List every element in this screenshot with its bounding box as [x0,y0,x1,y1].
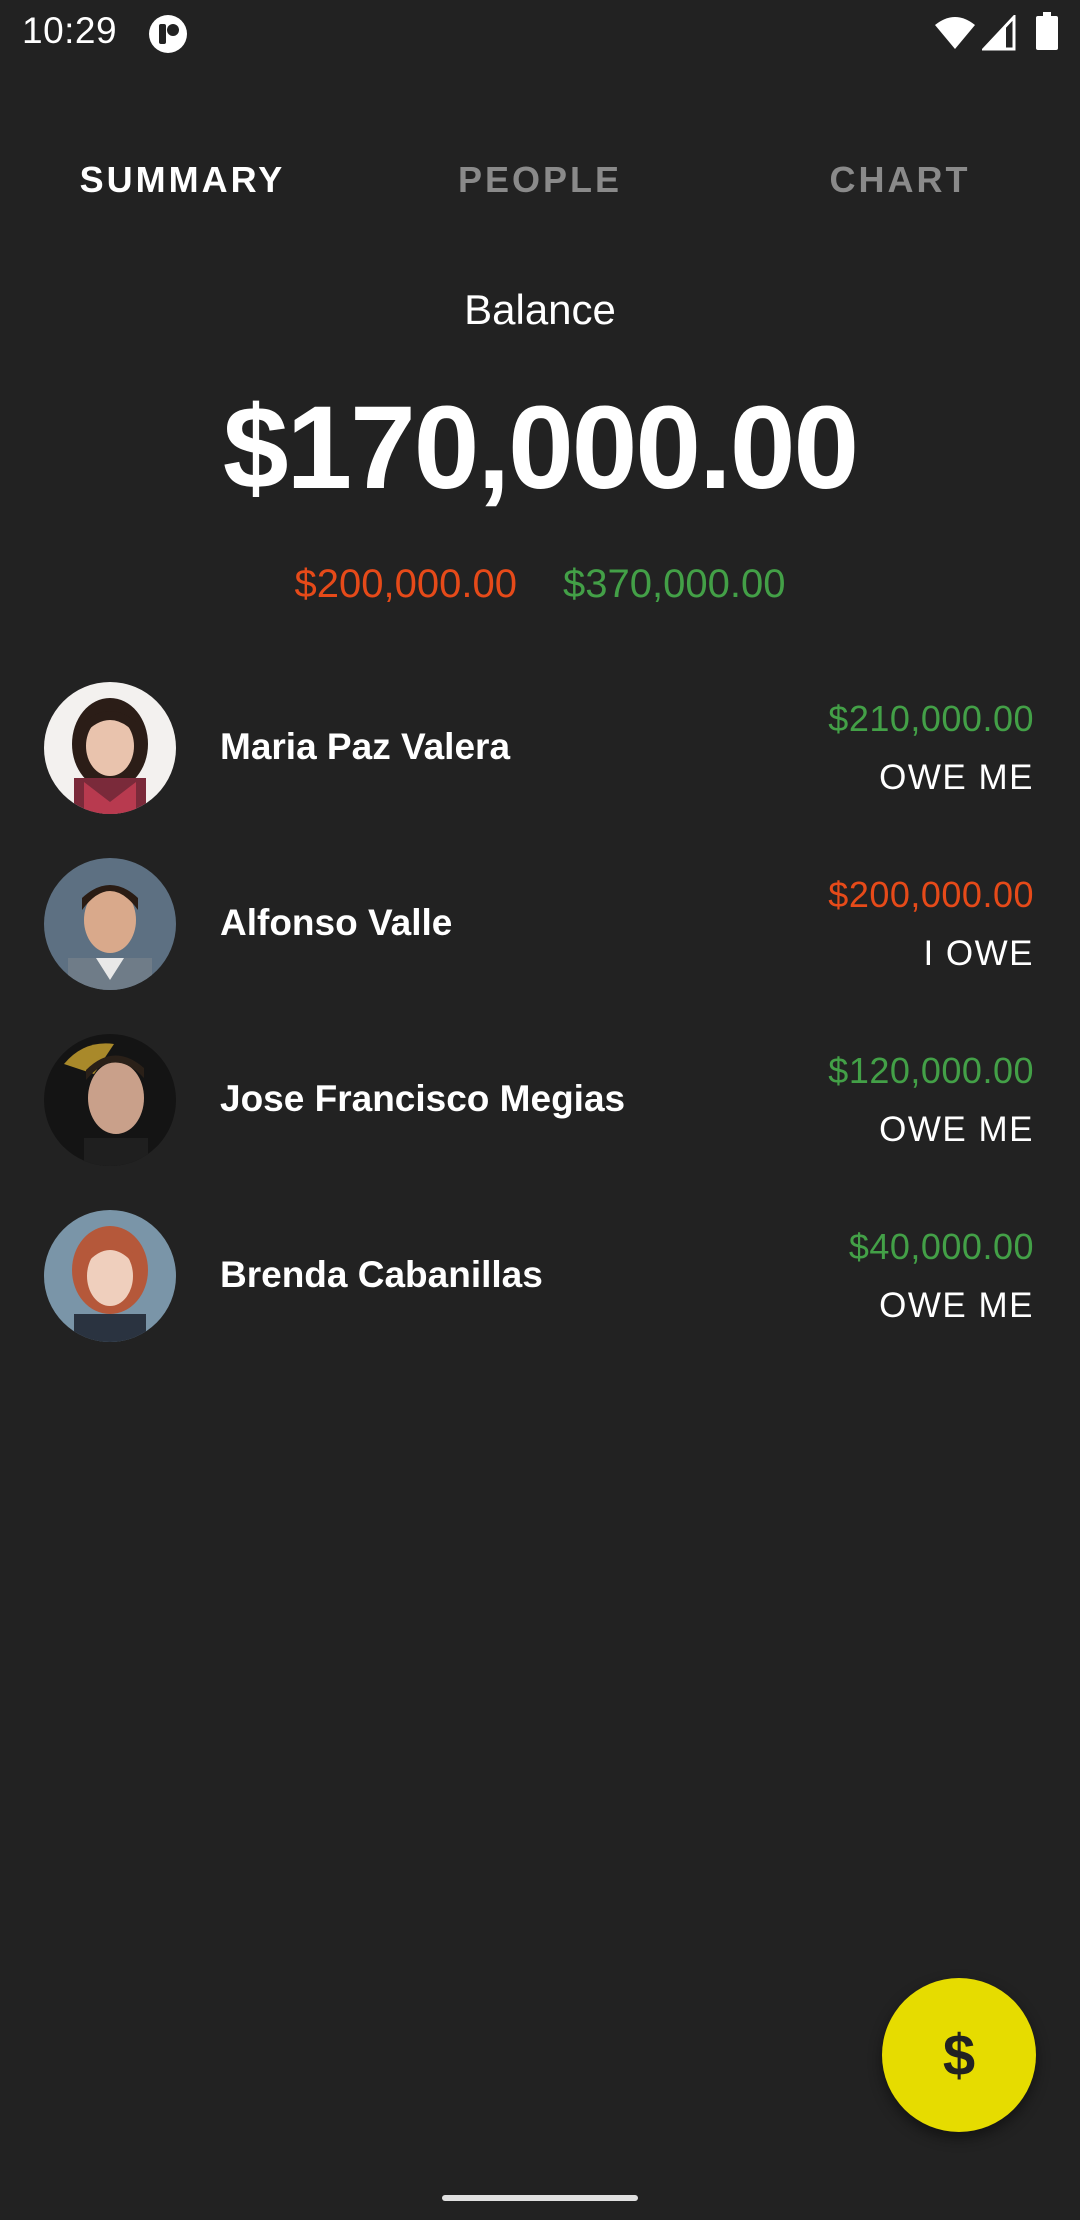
person-amount: $210,000.00 [828,698,1034,739]
home-indicator[interactable] [442,2195,638,2201]
person-amount: $200,000.00 [828,874,1034,915]
tab-summary[interactable]: SUMMARY [40,140,325,220]
cell-signal-icon [982,15,1016,51]
tab-bar: SUMMARY PEOPLE CHART [0,140,1080,220]
status-bar: 10:29 [0,0,1080,66]
balance-breakdown: $200,000.00 $370,000.00 [0,562,1080,618]
summary-screen: 10:29 SUMMARY PEOPLE CHART Balance $170,… [0,0,1080,2220]
person-name: Maria Paz Valera [220,726,511,767]
status-time: 10:29 [22,10,118,51]
person-row-jose-francisco-megias[interactable]: Jose Francisco Megias $120,000.00 OWE ME [0,1024,1080,1184]
avatar [44,1210,176,1342]
debt-total: $200,000.00 [294,562,517,606]
balance-amount: $170,000.00 [222,382,859,514]
person-name: Jose Francisco Megias [220,1078,626,1119]
app-notification-icon [149,15,187,53]
avatar [44,682,176,814]
person-name: Brenda Cabanillas [220,1254,543,1295]
tab-people[interactable]: PEOPLE [400,140,680,220]
person-status: OWE ME [879,1110,1034,1149]
person-name: Alfonso Valle [220,902,453,943]
person-row-alfonso-valle[interactable]: Alfonso Valle $200,000.00 I OWE [0,848,1080,1008]
add-transaction-button[interactable]: $ [882,1978,1036,2132]
avatar [44,858,176,990]
avatar [44,1034,176,1166]
credit-total: $370,000.00 [563,562,786,606]
balance-label: Balance [464,286,616,333]
person-status: OWE ME [879,1286,1034,1325]
person-amount: $40,000.00 [848,1226,1034,1267]
person-status: OWE ME [879,758,1034,797]
dollar-icon: $ [942,2022,976,2088]
tab-chart[interactable]: CHART [770,140,1030,220]
person-row-maria-paz-valera[interactable]: Maria Paz Valera $210,000.00 OWE ME [0,672,1080,832]
person-row-brenda-cabanillas[interactable]: Brenda Cabanillas $40,000.00 OWE ME [0,1200,1080,1360]
wifi-icon [935,17,975,49]
person-status: I OWE [923,934,1034,973]
person-amount: $120,000.00 [828,1050,1034,1091]
battery-icon [1036,12,1058,50]
